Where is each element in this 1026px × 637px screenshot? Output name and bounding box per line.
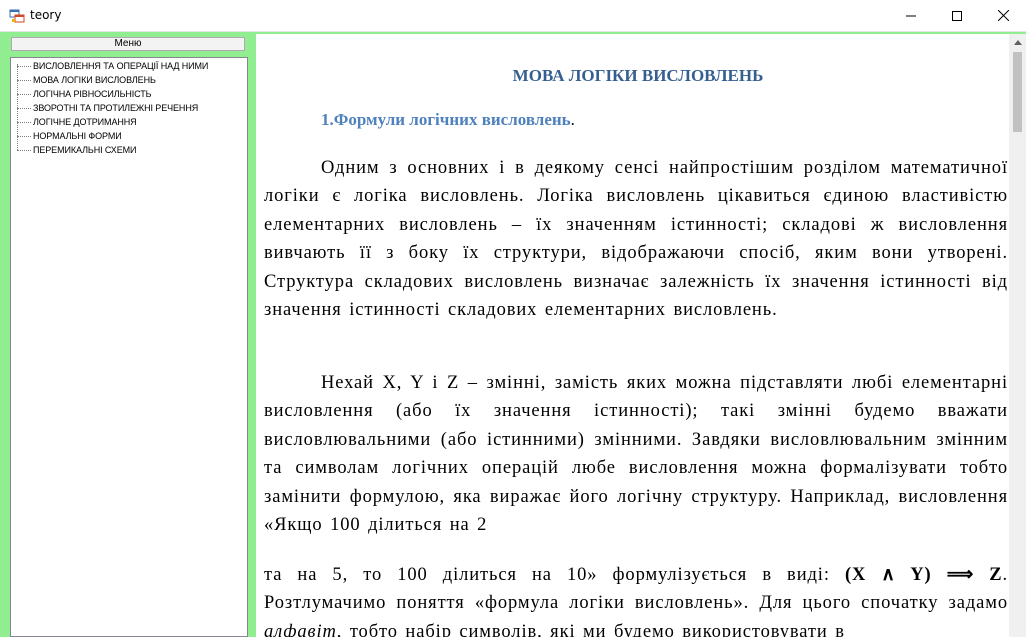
paragraph-1: Одним з основних і в деякому сенсі найпр… xyxy=(264,158,1008,321)
tree-item-label: ЛОГІЧНА РІВНОСИЛЬНІСТЬ xyxy=(33,89,152,99)
scroll-thumb[interactable] xyxy=(1013,52,1022,132)
paragraph-3-part-a: та на 5, то 100 ділиться на 10» формуліз… xyxy=(264,565,845,585)
tree-item-label: ЗВОРОТНІ ТА ПРОТИЛЕЖНІ РЕЧЕННЯ xyxy=(33,103,199,113)
window-title: teory xyxy=(30,8,62,22)
vertical-scrollbar[interactable] xyxy=(1009,34,1026,637)
tree-item-switching-circuits[interactable]: ПЕРЕМИКАЛЬНІ СХЕМИ xyxy=(11,143,136,157)
close-button[interactable] xyxy=(980,0,1026,31)
close-icon xyxy=(997,10,1009,21)
scroll-up-icon xyxy=(1013,40,1022,45)
section-heading-period: . xyxy=(570,110,575,129)
tree-item-logic-language[interactable]: МОВА ЛОГІКИ ВИСЛОВЛЕНЬ xyxy=(11,73,156,87)
tree-item-label: ВИСЛОВЛЕННЯ ТА ОПЕРАЦІЇ НАД НИМИ xyxy=(33,61,209,71)
client-area: Меню ВИСЛОВЛЕННЯ ТА ОПЕРАЦІЇ НАД НИМИ МО… xyxy=(0,32,1026,637)
tree-item-label: ЛОГІЧНЕ ДОТРИМАННЯ xyxy=(33,117,137,127)
document-viewer[interactable]: МОВА ЛОГІКИ ВИСЛОВЛЕНЬ 1.Формули логічни… xyxy=(256,34,1026,637)
paragraph-3-part-c: , тобто набір символів, які ми будемо ви… xyxy=(336,621,845,637)
tree-item-label: НОРМАЛЬНІ ФОРМИ xyxy=(33,131,122,141)
tree-item-label: МОВА ЛОГІКИ ВИСЛОВЛЕНЬ xyxy=(33,75,156,85)
maximize-button[interactable] xyxy=(934,0,980,31)
tree-item-normal-forms[interactable]: НОРМАЛЬНІ ФОРМИ xyxy=(11,129,122,143)
minimize-icon xyxy=(906,15,916,16)
maximize-icon xyxy=(952,10,962,21)
formula: (X ∧ Y) ⟹ Z xyxy=(845,565,1003,585)
scroll-up-button[interactable] xyxy=(1009,34,1026,51)
tree-item-statements-operations[interactable]: ВИСЛОВЛЕННЯ ТА ОПЕРАЦІЇ НАД НИМИ xyxy=(11,59,208,73)
document-title: МОВА ЛОГІКИ ВИСЛОВЛЕНЬ xyxy=(512,66,764,85)
alphabet-term: алфавіт xyxy=(264,621,337,637)
minimize-button[interactable] xyxy=(888,0,934,31)
tree-item-label: ПЕРЕМИКАЛЬНІ СХЕМИ xyxy=(33,145,137,155)
section-heading: 1.Формули логічних висловлень. xyxy=(321,110,575,130)
app-window-icon xyxy=(9,8,25,24)
paragraph-2: Нехай X, Y і Z – змінні, замість яких мо… xyxy=(264,373,1008,536)
tree-item-converse-sentences[interactable]: ЗВОРОТНІ ТА ПРОТИЛЕЖНІ РЕЧЕННЯ xyxy=(11,101,198,115)
sidebar: Меню ВИСЛОВЛЕННЯ ТА ОПЕРАЦІЇ НАД НИМИ МО… xyxy=(7,34,251,637)
tree-item-logical-consequence[interactable]: ЛОГІЧНЕ ДОТРИМАННЯ xyxy=(11,115,137,129)
title-bar[interactable]: teory xyxy=(0,0,1026,32)
section-heading-text: 1.Формули логічних висловлень xyxy=(321,110,571,129)
paragraph-3: та на 5, то 100 ділиться на 10» формуліз… xyxy=(264,561,1008,637)
tree-item-equivalence[interactable]: ЛОГІЧНА РІВНОСИЛЬНІСТЬ xyxy=(11,87,152,101)
topics-tree[interactable]: ВИСЛОВЛЕННЯ ТА ОПЕРАЦІЇ НАД НИМИ МОВА ЛО… xyxy=(10,57,248,637)
menu-button[interactable]: Меню xyxy=(11,37,245,51)
